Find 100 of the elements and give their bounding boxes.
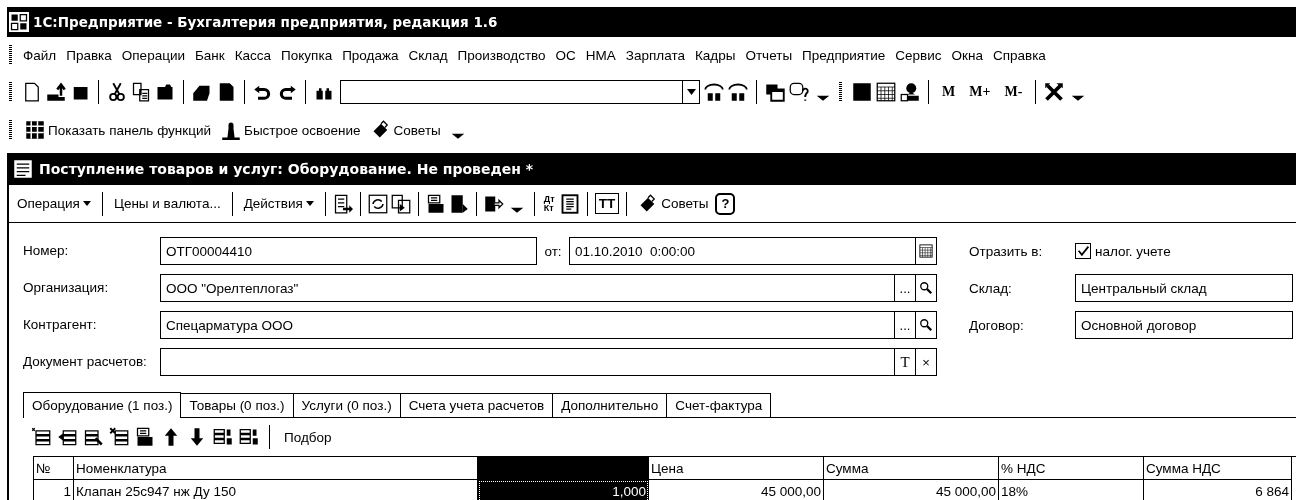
toolbar-grip[interactable] [9,45,12,65]
table-cell: 45 000,00 [649,480,824,500]
scissors-icon[interactable] [107,81,127,102]
menu-item[interactable]: Производство [452,47,551,63]
pick-button[interactable]: Подбор [280,429,336,445]
caret-icon [305,201,314,206]
calendar-icon [919,244,933,258]
stack-icon[interactable] [425,193,446,214]
menu-item[interactable]: Отчеты [740,47,798,63]
person-icon[interactable] [900,81,920,102]
menu-item[interactable]: Правка [61,47,117,63]
menu-item[interactable]: НМА [580,47,621,63]
menu-item[interactable]: Продажа [337,47,404,63]
field-button[interactable]: ... [894,275,915,301]
sort-icon[interactable] [239,427,259,447]
menu-item[interactable]: Файл [18,47,62,63]
pages-icon[interactable] [390,193,411,214]
list-arrow-icon[interactable] [332,193,353,214]
menu-item[interactable]: Операции [116,47,190,63]
edit-row-icon[interactable] [83,427,103,447]
toolbar-grip[interactable] [839,81,842,102]
sort-icon[interactable] [213,427,233,447]
input-field[interactable]: T × [160,348,937,376]
menu-item[interactable]: Окна [946,47,988,63]
search-icon [919,318,933,332]
memory-button[interactable]: M [937,83,961,100]
search-icon [919,281,933,295]
input-field[interactable]: 01.10.2010 0:00:00 [569,237,937,265]
menu-item[interactable]: Покупка [276,47,338,63]
toolbar-button[interactable]: Цены и валюта... [109,195,225,212]
table-cell: 1 [34,480,74,500]
new-document-icon[interactable] [22,81,42,102]
menu-item[interactable]: Склад [403,47,453,63]
field-label: от: [543,243,563,259]
phone-icon[interactable] [704,81,724,102]
input-field[interactable]: ООО "Орелтеплогаз" ... [160,274,937,302]
field-label: Документ расчетов: [23,355,148,369]
tab[interactable]: Оборудование (1 поз.) [23,392,182,418]
field-button[interactable]: T [894,349,915,375]
menu-item[interactable]: Сервис [890,47,947,63]
list-icon[interactable] [559,193,580,214]
menu-item[interactable]: Предприятие [797,47,891,63]
copy-icon[interactable] [131,81,151,102]
stack-icon[interactable] [135,427,155,447]
menu-item[interactable]: Касса [229,47,277,63]
document-title: Поступление товаров и услуг: Оборудование. Не проведен * [39,161,534,177]
input-field[interactable]: Спецарматура ООО ... [160,311,937,339]
window-title: 1С:Предприятие - Бухгалтерия предприятия, редакция 1.6 [33,14,498,30]
toolbar-grip[interactable] [9,81,12,102]
insert-row-icon[interactable] [57,427,77,447]
checkbox[interactable] [1075,243,1091,259]
tips-button[interactable]: Советы [634,192,713,215]
toolbar-button[interactable]: Показать панель функций [22,120,214,140]
add-row-icon[interactable] [31,427,51,447]
field-label: Контрагент: [23,318,98,332]
search-combo-field[interactable] [340,79,700,104]
dropdown-button[interactable] [682,80,699,103]
input-field[interactable]: Центральный склад [1075,274,1293,302]
table-cell: 45 000,00 [824,480,999,500]
field-label: Отразить в: [969,243,1044,259]
field-button[interactable]: × [915,349,936,375]
delete-row-icon[interactable] [109,427,129,447]
toolbar-button[interactable]: Советы [367,120,444,140]
menu-item[interactable]: Банк [189,47,230,63]
menu-item[interactable]: Зарплата [620,47,690,63]
input-field[interactable]: Основной договор [1075,311,1293,339]
menu-button[interactable]: Действия [239,195,318,212]
caret-icon [82,201,91,206]
font-toggle-button[interactable]: ТТ [594,193,620,214]
memory-button[interactable]: M+ [964,83,996,100]
column-header: % НДС [999,457,1144,480]
calculator-icon[interactable] [852,81,872,102]
phone-icon[interactable] [728,81,748,102]
field-label: Организация: [23,281,110,295]
toolbar-button[interactable]: Быстрое освоение [218,120,364,140]
toolbar-grip[interactable] [9,120,12,140]
column-header: Сумма [824,457,999,480]
help-icon[interactable] [789,81,809,102]
menu-item[interactable]: Кадры [689,47,741,63]
menu-button[interactable]: Операция [13,195,95,212]
debit-credit-button[interactable]: Дт Кт [541,194,557,213]
memory-button[interactable]: M- [999,83,1028,100]
caret-icon [686,88,696,95]
column-header: № [34,457,74,480]
calendar-icon[interactable] [876,81,896,102]
tab[interactable]: Счет-фактура [666,393,772,417]
table-cell: 6 864 [1144,480,1292,500]
menu-item[interactable]: Справка [987,47,1051,63]
field-button[interactable]: ... [894,312,915,338]
table-cell: 1,000 [478,480,649,500]
column-header: Сумма НДС [1144,457,1292,480]
upload-icon[interactable] [46,81,66,102]
help-button[interactable]: ? [715,192,736,215]
menu-item[interactable]: ОС [550,47,581,63]
table-cell: 18% [999,480,1144,500]
input-field[interactable]: ОТГ00004410 [160,237,537,265]
calendar-button[interactable] [915,238,936,264]
refresh-icon[interactable] [367,193,388,214]
document-icon [13,159,33,179]
tools-icon[interactable] [1044,81,1065,102]
